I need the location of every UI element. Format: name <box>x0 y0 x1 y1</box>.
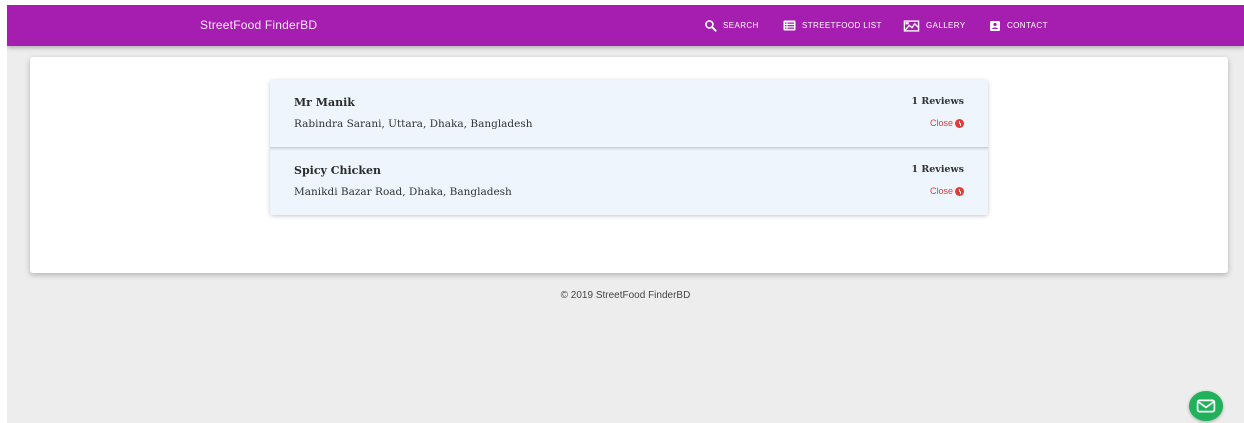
status-label: Close <box>929 186 953 196</box>
nav-contact[interactable]: CONTACT <box>989 5 1048 46</box>
contact-icon <box>989 20 1001 32</box>
gallery-icon <box>903 19 920 32</box>
restaurant-address: Manikdi Bazar Road, Dhaka, Bangladesh <box>294 186 512 198</box>
list-item[interactable]: Mr Manik Rabindra Sarani, Uttara, Dhaka,… <box>270 80 988 147</box>
open-status: Close <box>930 118 964 128</box>
nav-search-label: SEARCH <box>723 21 759 30</box>
nav-search[interactable]: SEARCH <box>704 5 759 46</box>
search-icon <box>704 19 717 32</box>
page: StreetFood FinderBD SEARCH STREETFOOD LI… <box>7 5 1244 423</box>
clock-icon <box>955 118 964 128</box>
content-card: Mr Manik Rabindra Sarani, Uttara, Dhaka,… <box>30 57 1228 273</box>
clock-icon <box>955 186 964 196</box>
nav-streetfood-list-label: STREETFOOD LIST <box>802 21 882 30</box>
restaurant-name: Mr Manik <box>294 96 355 109</box>
nav-gallery[interactable]: GALLERY <box>903 5 966 46</box>
status-label: Close <box>929 118 953 128</box>
open-status: Close <box>930 186 964 196</box>
list-icon <box>783 20 796 31</box>
nav-contact-label: CONTACT <box>1007 21 1048 30</box>
mail-icon <box>1196 399 1216 413</box>
nav-streetfood-list[interactable]: STREETFOOD LIST <box>783 5 882 46</box>
list-item[interactable]: Spicy Chicken Manikdi Bazar Road, Dhaka,… <box>270 147 988 215</box>
app-bar: StreetFood FinderBD SEARCH STREETFOOD LI… <box>7 5 1244 46</box>
footer-copyright: © 2019 StreetFood FinderBD <box>560 290 691 301</box>
review-count: 1 Reviews <box>911 164 964 175</box>
contact-fab-button[interactable] <box>1189 391 1223 421</box>
restaurant-address: Rabindra Sarani, Uttara, Dhaka, Banglade… <box>294 118 533 130</box>
nav-gallery-label: GALLERY <box>926 21 966 30</box>
restaurant-list: Mr Manik Rabindra Sarani, Uttara, Dhaka,… <box>270 80 988 215</box>
restaurant-name: Spicy Chicken <box>294 164 381 177</box>
review-count: 1 Reviews <box>911 96 964 107</box>
brand-title[interactable]: StreetFood FinderBD <box>200 18 317 32</box>
